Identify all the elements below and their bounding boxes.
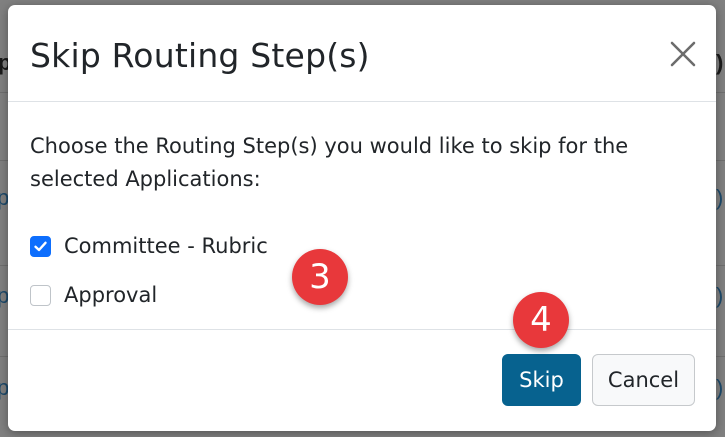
step-3-badge: 3 <box>292 249 348 305</box>
approval-checkbox[interactable] <box>30 284 51 306</box>
step-option-approval[interactable]: Approval <box>30 282 157 308</box>
close-button[interactable] <box>666 37 700 71</box>
approval-label: Approval <box>64 283 158 307</box>
instruction-text: Choose the Routing Step(s) you would lik… <box>30 134 629 191</box>
step-option-committee-rubric[interactable]: Committee - Rubric <box>30 233 268 259</box>
skip-button[interactable]: Skip <box>502 354 581 406</box>
cancel-button[interactable]: Cancel <box>592 354 695 406</box>
dialog-body: Choose the Routing Step(s) you would lik… <box>8 102 716 329</box>
background-text: ), <box>716 283 725 308</box>
dialog-title: Skip Routing Step(s) <box>30 36 370 75</box>
close-icon <box>670 41 696 67</box>
dialog-header: Skip Routing Step(s) <box>8 5 716 102</box>
dialog-footer: Skip Cancel <box>8 329 716 431</box>
background-text: ) <box>716 50 724 75</box>
background-text: ) <box>716 375 724 400</box>
background-text: ), <box>716 185 725 210</box>
step-4-badge: 4 <box>513 292 569 348</box>
committee-rubric-checkbox[interactable] <box>30 235 51 257</box>
checkmark-icon <box>34 241 47 251</box>
skip-routing-dialog: Skip Routing Step(s) Choose the Routing … <box>8 5 716 431</box>
committee-rubric-label: Committee - Rubric <box>64 234 268 258</box>
